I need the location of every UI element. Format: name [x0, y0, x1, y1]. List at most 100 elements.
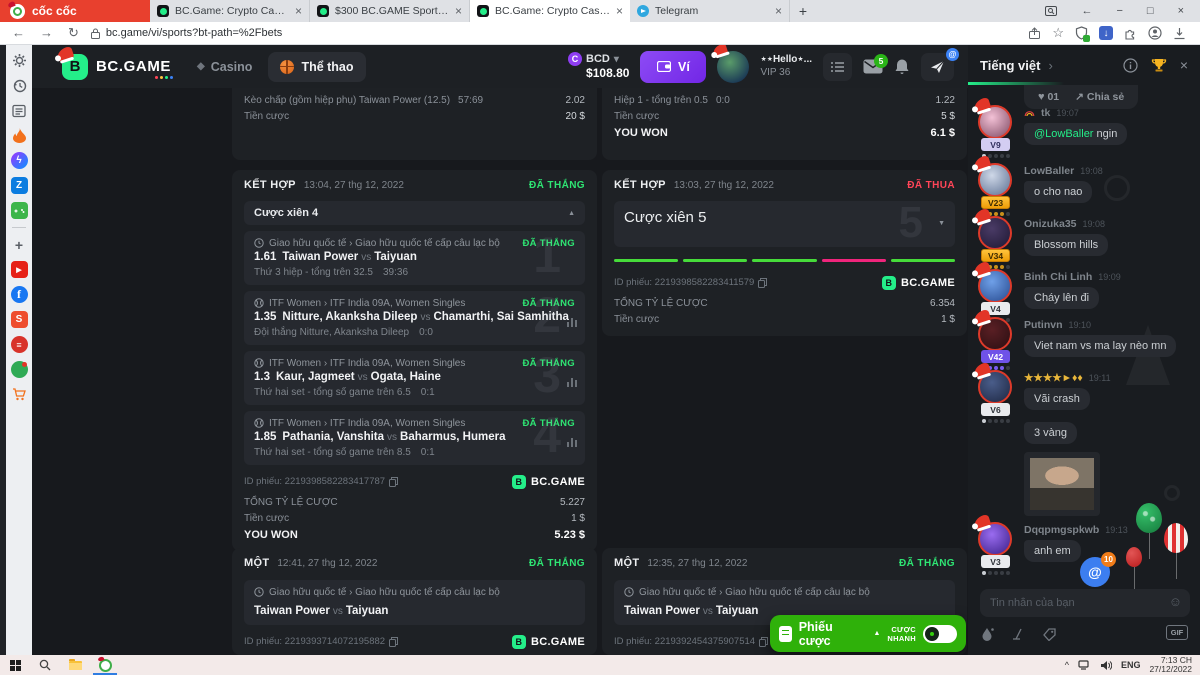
chat-username[interactable]: LowBaller [1024, 165, 1074, 177]
messenger-icon[interactable]: ϟ [11, 152, 28, 169]
settings-gear-icon[interactable] [11, 52, 28, 69]
bet-card-combo-lost[interactable]: KẾT HỢP 13:03, 27 thg 12, 2022 ĐÃ THUA C… [602, 170, 967, 336]
bcgame-logo-icon[interactable]: B [62, 54, 88, 80]
tab-search-icon[interactable] [1045, 6, 1057, 16]
downloads-tray-icon[interactable] [1173, 27, 1186, 40]
avatar[interactable] [978, 522, 1012, 556]
user-avatar[interactable] [717, 51, 749, 83]
gif-button[interactable]: GIF [1166, 625, 1188, 640]
notes-icon[interactable]: ≡ [11, 336, 28, 353]
facebook-icon[interactable]: f [11, 286, 28, 303]
avatar[interactable] [978, 163, 1012, 197]
avatar[interactable] [978, 269, 1012, 303]
copy-icon[interactable] [758, 278, 767, 288]
reload-icon[interactable]: ↻ [68, 25, 79, 41]
new-tab-button[interactable]: + [790, 0, 816, 22]
quick-bet-toggle[interactable] [923, 625, 957, 643]
taskbar-search-icon[interactable] [30, 655, 60, 675]
chat-username[interactable]: Dqqpmgspkwb [1024, 524, 1099, 536]
close-chat-icon[interactable]: × [1180, 57, 1188, 73]
tab-close-icon[interactable]: × [295, 4, 302, 18]
stats-chart-icon[interactable] [567, 318, 577, 327]
forward-icon[interactable]: → [40, 25, 53, 41]
rules-icon[interactable] [1012, 628, 1025, 640]
nav-tab-casino[interactable]: Casino [197, 60, 252, 74]
parlay-collapse-bar[interactable]: Cược xiên 4 [244, 201, 585, 225]
browser-tab-2[interactable]: $300 BC.GAME Sports Parlay × [310, 0, 470, 22]
bet-leg[interactable]: ITF Women › ITF India 09A, Women Singles… [244, 411, 585, 465]
file-explorer-icon[interactable] [60, 655, 90, 675]
stats-chart-icon[interactable] [567, 438, 577, 447]
add-shortcut-icon[interactable]: + [11, 236, 28, 253]
clock[interactable]: 7:13 CH27/12/2022 [1149, 656, 1192, 675]
bet-card-combo-won[interactable]: KẾT HỢP 13:04, 27 thg 12, 2022 ĐÃ THẮNG … [232, 170, 597, 551]
chat-username[interactable]: Onizuka35 [1024, 218, 1077, 230]
download-manager-icon[interactable]: ↓ [1099, 26, 1113, 40]
hidden-icons-chevron[interactable]: ^ [1065, 660, 1069, 670]
like-button[interactable]: ♥ 01 [1038, 91, 1059, 103]
user-info[interactable]: ⋆⋆Hello⋆... VIP 36 [760, 54, 812, 79]
chat-username[interactable]: ★★★★►♦♦ [1024, 372, 1083, 384]
chat-username[interactable]: tk [1041, 107, 1050, 119]
bet-card-partial-right[interactable]: Hiệp 1 - tổng trên 0.5 0:0 1.22 Tiền cượ… [602, 88, 967, 160]
bet-leg[interactable]: ITF Women › ITF India 09A, Women Singles… [244, 291, 585, 345]
wallet-button[interactable]: Ví [640, 51, 706, 83]
bet-leg[interactable]: Giao hữu quốc tế › Giao hữu quốc tế cấp … [244, 231, 585, 285]
minimize-icon[interactable]: − [1116, 6, 1122, 17]
copy-icon[interactable] [389, 637, 398, 647]
stats-chart-icon[interactable] [567, 378, 577, 387]
chat-toggle-button[interactable]: @ [921, 53, 954, 81]
copy-icon[interactable] [389, 477, 398, 487]
rain-drop-icon[interactable] [982, 627, 994, 641]
bet-leg[interactable]: ITF Women › ITF India 09A, Women Singles… [244, 351, 585, 405]
tab-close-icon[interactable]: × [616, 4, 623, 18]
games-icon[interactable] [11, 202, 28, 219]
back-icon[interactable]: ← [12, 25, 25, 41]
url-field[interactable]: bc.game/vi/sports?bt-path=%2Fbets [91, 27, 282, 39]
vip-menu-button[interactable] [823, 53, 852, 81]
adblock-shield-icon[interactable] [1075, 26, 1088, 40]
bookmark-star-icon[interactable]: ☆ [1052, 25, 1064, 41]
inbox-button[interactable]: 5 [863, 59, 883, 74]
browser-tab-1[interactable]: BC.Game: Crypto Casino Gan × [150, 0, 310, 22]
cart-icon[interactable] [11, 386, 28, 403]
history-icon[interactable] [11, 77, 28, 94]
notifications-button[interactable] [894, 58, 910, 75]
start-button[interactable] [0, 655, 30, 675]
avatar[interactable] [978, 317, 1012, 351]
maximize-icon[interactable]: □ [1147, 6, 1154, 17]
bet-card-single-1[interactable]: MỘT 12:41, 27 thg 12, 2022 ĐÃ THẮNG Giao… [232, 548, 597, 655]
avatar[interactable] [978, 370, 1012, 404]
volume-icon[interactable] [1100, 660, 1112, 671]
coccoc-taskbar-icon[interactable] [90, 655, 120, 675]
input-language[interactable]: ENG [1121, 660, 1141, 670]
bet-card-partial-left[interactable]: Kèo chấp (gồm hiệp phụ) Taiwan Power (12… [232, 88, 597, 160]
chat-room-title[interactable]: Tiếng việt [980, 58, 1040, 73]
browser-tab-3-active[interactable]: BC.Game: Crypto Casino Gan × [470, 0, 630, 22]
chat-image-meme[interactable] [1024, 452, 1100, 516]
emoji-icon[interactable]: ☺ [1169, 595, 1182, 608]
share-icon[interactable] [1028, 27, 1041, 40]
mention[interactable]: @LowBaller [1034, 128, 1093, 140]
mentions-button[interactable]: @10 [1080, 557, 1110, 587]
bet-leg[interactable]: Giao hữu quốc tế › Giao hữu quốc tế cấp … [244, 580, 585, 625]
tab-close-icon[interactable]: × [455, 4, 462, 18]
chat-username[interactable]: Binh Chi Linh [1024, 271, 1092, 283]
hot-trending-icon[interactable] [11, 127, 28, 144]
youtube-icon[interactable]: ▶ [11, 261, 28, 278]
bcgame-logo-text[interactable]: BC.GAME [96, 58, 171, 75]
trophy-icon[interactable] [1151, 58, 1167, 73]
tab-close-icon[interactable]: × [775, 4, 782, 18]
recent-tabs-icon[interactable]: ← [1081, 6, 1092, 17]
chevron-right-icon[interactable]: › [1048, 58, 1052, 73]
green-app-icon[interactable] [11, 361, 28, 378]
coupon-tag-icon[interactable] [1043, 628, 1057, 641]
zalo-icon[interactable]: Z [11, 177, 28, 194]
nav-tab-sports-active[interactable]: Thể thao [268, 52, 365, 82]
close-window-icon[interactable]: × [1178, 6, 1184, 17]
chat-input[interactable] [980, 589, 1190, 617]
extensions-puzzle-icon[interactable] [1124, 27, 1137, 40]
avatar[interactable] [978, 105, 1012, 139]
reading-list-icon[interactable] [11, 102, 28, 119]
browser-tab-4[interactable]: Telegram × [630, 0, 790, 22]
